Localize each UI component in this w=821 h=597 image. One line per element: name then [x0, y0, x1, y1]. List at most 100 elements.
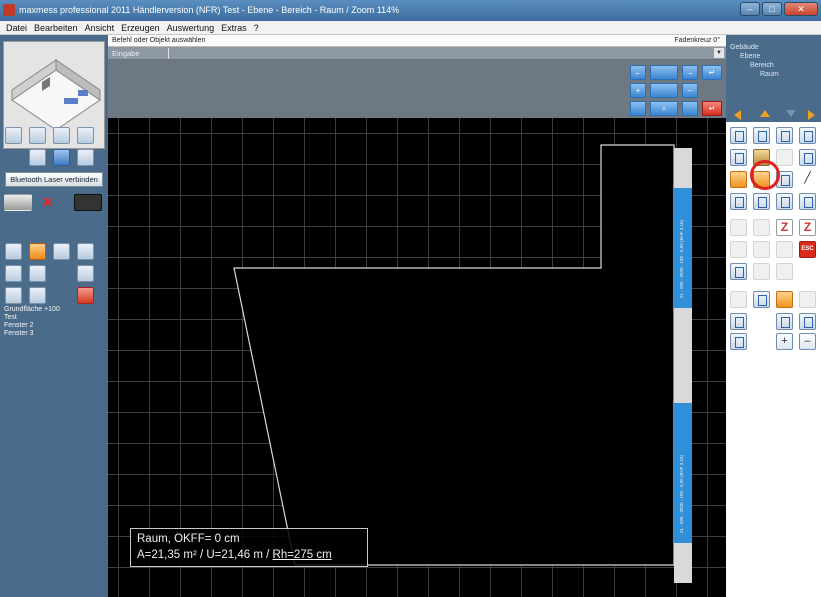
column-tool-icon[interactable] [730, 193, 747, 210]
basket-icon[interactable] [730, 333, 747, 350]
copy-icon[interactable] [5, 243, 22, 260]
shape-tool-icon[interactable] [776, 127, 793, 144]
wall-segment [674, 543, 692, 583]
shape-icon[interactable] [29, 149, 46, 166]
tree-level[interactable]: Ebene [740, 52, 760, 61]
list-item[interactable]: Fenster 2 [4, 322, 104, 330]
laser-meter-icon[interactable] [74, 194, 102, 211]
disconnect-icon[interactable]: ✕ [42, 194, 54, 211]
opening-tool-icon[interactable] [799, 149, 816, 166]
undo-icon[interactable] [776, 291, 793, 308]
door-icon[interactable] [29, 265, 46, 282]
room-edit-icon[interactable] [799, 127, 816, 144]
command-input[interactable]: Eingabe ▼ [108, 47, 726, 60]
floorplan-icon[interactable] [5, 127, 22, 144]
measure-angle-icon[interactable] [730, 291, 747, 308]
room-drawing: 21 - 500 - 2030 - 100 - 0.50 (BHF 3.15) … [233, 144, 692, 583]
arrow-down-icon[interactable] [786, 110, 796, 117]
select-icon[interactable] [29, 243, 46, 260]
minus-button[interactable]: – [682, 83, 698, 98]
disabled-tool-icon [753, 219, 770, 236]
zoom-button[interactable]: ⌕ [650, 101, 678, 116]
edit-line-icon[interactable] [77, 265, 94, 282]
nav-center-button[interactable] [650, 65, 678, 80]
arrow-right-icon[interactable] [808, 110, 815, 120]
document-icon[interactable] [5, 287, 22, 304]
grid-icon[interactable] [77, 127, 94, 144]
fit-view-icon[interactable] [799, 313, 816, 330]
list-item[interactable]: Fenster 3 [4, 330, 104, 338]
minimize-button[interactable]: – [740, 2, 760, 16]
z-tool-icon[interactable]: Z [799, 219, 816, 236]
photo-icon[interactable] [29, 221, 46, 238]
import-tool-icon[interactable] [730, 263, 747, 280]
slope-tool-icon[interactable] [776, 193, 793, 210]
folder-icon[interactable] [53, 127, 70, 144]
left-panel: Bluetooth Laser verbinden ✕ Grundfläche … [0, 35, 108, 597]
grid-tool-icon[interactable] [753, 291, 770, 308]
arrow-up-icon[interactable] [760, 110, 770, 117]
return-button[interactable]: ↵ [702, 101, 722, 116]
page-icon[interactable] [29, 127, 46, 144]
chevron-down-icon[interactable]: ▼ [714, 48, 724, 58]
menu-auswertung[interactable]: Auswertung [167, 23, 215, 33]
disabled-tool-icon [776, 263, 793, 280]
drawing-canvas[interactable]: 21 - 500 - 2030 - 100 - 0.50 (BHF 3.15) … [108, 118, 726, 597]
view-icon[interactable] [53, 149, 70, 166]
menu-extras[interactable]: Extras [221, 23, 247, 33]
laser-device-icon[interactable] [4, 194, 32, 211]
maximize-button[interactable]: □ [762, 2, 782, 16]
menu-ansicht[interactable]: Ansicht [85, 23, 115, 33]
bluetooth-laser-button[interactable]: Bluetooth Laser verbinden [5, 172, 103, 187]
list-item[interactable]: Test [4, 314, 104, 322]
misc-button[interactable] [682, 101, 698, 116]
list-item[interactable]: Grundfläche +100 [4, 306, 104, 314]
color-icon[interactable] [29, 287, 46, 304]
menu-datei[interactable]: Datei [6, 23, 27, 33]
z-tool-icon[interactable]: Z [776, 219, 793, 236]
zoom-out-button[interactable]: – [799, 333, 816, 350]
export-icon[interactable] [77, 243, 94, 260]
command-prompt: Befehl oder Objekt auswählen [112, 37, 206, 44]
paint-icon[interactable] [77, 221, 94, 238]
plus-button[interactable]: + [630, 83, 646, 98]
redo-icon[interactable] [799, 291, 816, 308]
window-icon[interactable] [5, 265, 22, 282]
room-height-link[interactable]: Rh=275 cm [273, 549, 332, 561]
app-icon [3, 4, 15, 16]
menu-erzeugen[interactable]: Erzeugen [121, 23, 160, 33]
nav-right-button[interactable]: → [682, 65, 698, 80]
niche-tool-icon[interactable] [753, 193, 770, 210]
zoom-in-button[interactable]: + [776, 333, 793, 350]
layers-icon[interactable] [53, 243, 70, 260]
diagonal-tool-icon[interactable] [799, 193, 816, 210]
escape-button[interactable]: ESC [799, 241, 816, 258]
measure-icon[interactable] [5, 149, 22, 166]
line-tool-icon[interactable]: ╱ [799, 171, 816, 188]
save-icon[interactable] [77, 287, 94, 304]
room-outline [233, 144, 675, 566]
window-tool-icon[interactable] [730, 149, 747, 166]
nav-left-button[interactable]: ← [630, 65, 646, 80]
menu-help[interactable]: ? [254, 23, 259, 33]
right-panel: Gebäude Ebene Bereich Raum ╱ Z Z ESC + – [726, 35, 821, 597]
close-button[interactable]: ✕ [784, 2, 818, 16]
menu-bearbeiten[interactable]: Bearbeiten [34, 23, 78, 33]
tree-room[interactable]: Raum [760, 70, 779, 79]
arrow-left-icon[interactable] [734, 110, 741, 120]
tree-area[interactable]: Bereich [750, 61, 774, 70]
tool-button[interactable] [630, 101, 646, 116]
tree-building[interactable]: Gebäude [730, 43, 759, 52]
wall-add-icon[interactable] [753, 127, 770, 144]
stairs-tool-icon[interactable] [730, 171, 747, 188]
enter-button[interactable]: ↵ [702, 65, 722, 80]
resize-tool-icon[interactable] [730, 313, 747, 330]
pipe-icon[interactable] [53, 221, 70, 238]
wall-tool-icon[interactable] [730, 127, 747, 144]
camera-icon[interactable] [5, 221, 22, 238]
expand-icon[interactable] [776, 313, 793, 330]
camera-view-icon[interactable] [77, 149, 94, 166]
nav-mid-button[interactable] [650, 83, 678, 98]
command-area: Befehl oder Objekt auswählen Fadenkreuz … [108, 35, 726, 118]
crosshair-setting[interactable]: Fadenkreuz 0° [674, 37, 720, 44]
